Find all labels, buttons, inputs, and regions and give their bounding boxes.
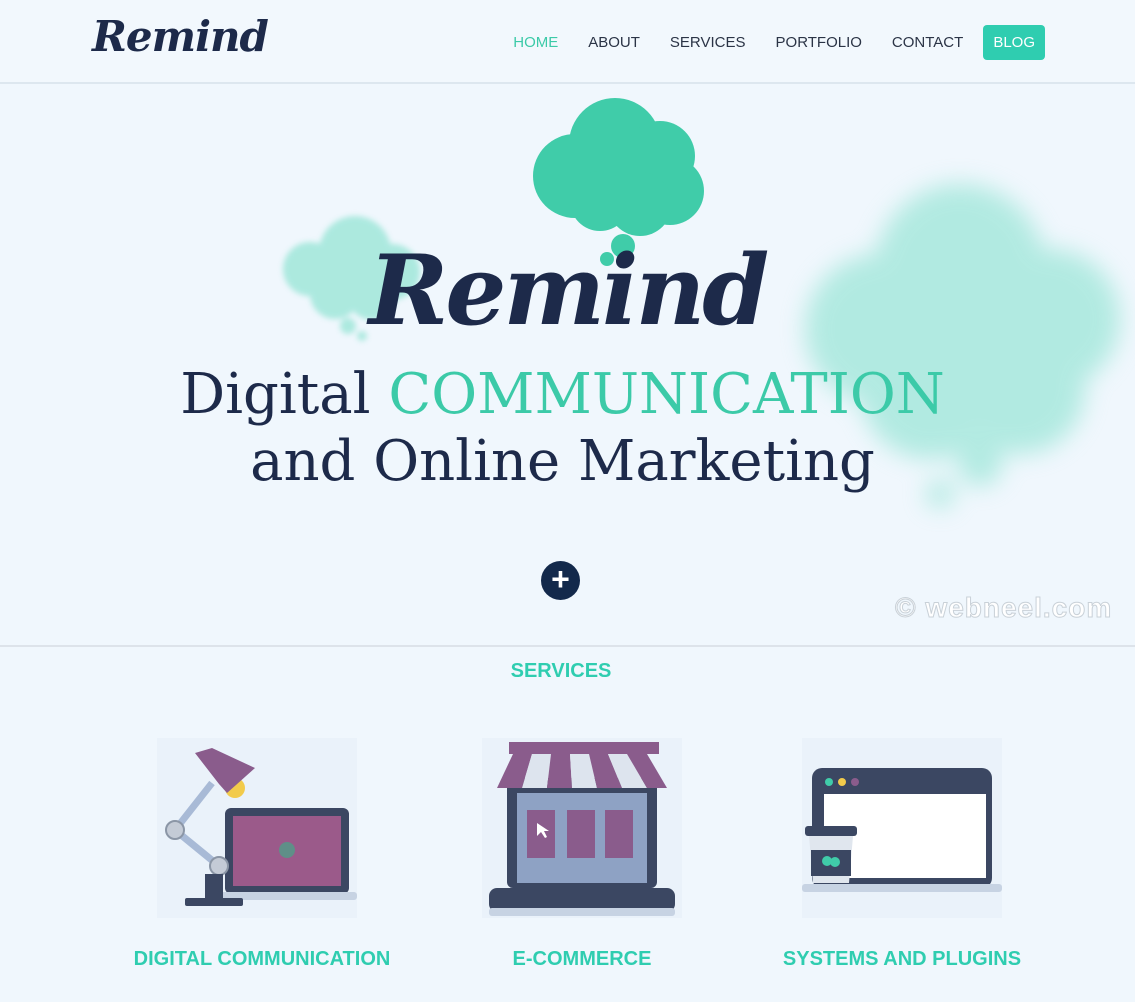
hero-headline-line1: Digital COMMUNICATION <box>0 362 1125 427</box>
headline-digital: Digital <box>180 362 389 427</box>
service-label: E-COMMERCE <box>512 948 652 970</box>
nav-about[interactable]: ABOUT <box>588 25 640 60</box>
browser-coffee-icon <box>802 738 1002 918</box>
hero-logo: Remind <box>368 234 770 347</box>
service-label: SYSTEMS AND PLUGINS <box>782 948 1022 970</box>
expand-plus-button[interactable]: + <box>541 561 580 600</box>
desk-lamp-laptop-icon <box>157 738 357 918</box>
watermark: © webneel.com <box>894 592 1113 624</box>
nav-portfolio[interactable]: PORTFOLIO <box>776 25 862 60</box>
hero-section: Remind Digital COMMUNICATION and Online … <box>0 84 1135 644</box>
service-ecommerce[interactable]: E-COMMERCE <box>422 738 742 971</box>
main-nav: HOME ABOUT SERVICES PORTFOLIO CONTACT BL… <box>483 25 1045 60</box>
site-logo[interactable]: Remind <box>92 12 269 61</box>
service-digital-communication[interactable]: DIGITAL COMMUNICATION <box>102 738 422 971</box>
site-header: Remind HOME ABOUT SERVICES PORTFOLIO CON… <box>0 0 1135 84</box>
nav-home[interactable]: HOME <box>513 25 558 60</box>
service-label: DIGITAL COMMUNICATION <box>133 948 391 970</box>
services-title: SERVICES <box>510 660 612 682</box>
headline-communication: COMMUNICATION <box>388 362 945 427</box>
section-divider <box>0 645 1135 647</box>
shop-laptop-icon <box>482 738 682 918</box>
nav-contact[interactable]: CONTACT <box>892 25 963 60</box>
nav-blog-button[interactable]: BLOG <box>983 25 1045 60</box>
service-systems-plugins[interactable]: SYSTEMS AND PLUGINS <box>742 738 1062 971</box>
nav-services[interactable]: SERVICES <box>670 25 746 60</box>
hero-headline-line2: and Online Marketing <box>250 429 875 494</box>
